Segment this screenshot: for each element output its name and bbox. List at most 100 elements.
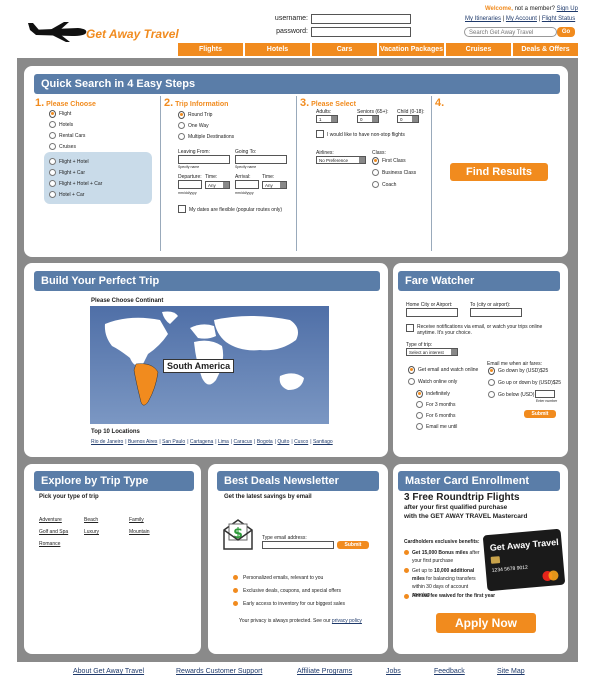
enter-number-hint: Enter number: [536, 399, 558, 403]
mastercard-logo-icon: [548, 570, 559, 581]
footer-affiliate-link[interactable]: Affiliate Programs: [297, 668, 352, 675]
going-hint: Specify name: [235, 165, 257, 169]
email-until-radio[interactable]: [416, 423, 423, 430]
nav-cruises[interactable]: Cruises: [446, 43, 511, 56]
explore-subtitle: Pick your type of trip: [39, 494, 99, 500]
find-results-button[interactable]: Find Results: [450, 163, 548, 181]
footer-jobs-link[interactable]: Jobs: [386, 668, 401, 675]
one-way-radio[interactable]: [178, 122, 185, 129]
nav-cars[interactable]: Cars: [312, 43, 377, 56]
notify-checkbox[interactable]: [406, 324, 414, 332]
watch-only-radio[interactable]: [408, 378, 415, 385]
trip-type-link[interactable]: Family: [129, 517, 144, 523]
coach-radio[interactable]: [372, 181, 379, 188]
flight-car-radio[interactable]: [49, 169, 56, 176]
city-link[interactable]: Cartagena: [190, 439, 213, 445]
leaving-from-input[interactable]: [178, 155, 230, 164]
sign-up-link[interactable]: Sign Up: [557, 6, 578, 12]
go-down-radio[interactable]: [488, 367, 495, 375]
city-link[interactable]: Caracus: [234, 439, 253, 445]
departure-date-input[interactable]: [178, 180, 202, 189]
flight-hotel-label: Flight + Hotel: [59, 159, 89, 165]
cruises-radio[interactable]: [49, 143, 56, 150]
up-or-down-radio[interactable]: [488, 379, 495, 386]
trip-type-link[interactable]: Romance: [39, 541, 60, 547]
step1-heading: 1. Please Choose: [35, 97, 96, 109]
city-link[interactable]: Cusco: [294, 439, 308, 445]
city-link[interactable]: Quito: [277, 439, 289, 445]
email-watch-radio[interactable]: [408, 366, 415, 374]
step-divider: [296, 96, 297, 251]
newsletter-submit-button[interactable]: Submit: [337, 541, 369, 549]
seniors-select[interactable]: 0: [357, 115, 379, 123]
my-account-link[interactable]: My Account: [506, 16, 537, 22]
nav-hotels[interactable]: Hotels: [245, 43, 310, 56]
flexible-dates-checkbox[interactable]: [178, 205, 186, 213]
privacy-policy-link[interactable]: privacy policy: [332, 618, 362, 624]
departure-time-select[interactable]: Any: [205, 181, 230, 189]
flexible-dates-label: My dates are flexible (popular routes on…: [189, 207, 283, 213]
airlines-select[interactable]: No Preference: [316, 156, 366, 164]
to-city-input[interactable]: [470, 308, 522, 317]
arrival-time-select[interactable]: Any: [262, 181, 287, 189]
my-itineraries-link[interactable]: My Itineraries: [465, 16, 501, 22]
footer-about-link[interactable]: About Get Away Travel: [73, 668, 144, 675]
hotels-radio[interactable]: [49, 121, 56, 128]
top-city-links: Rio de Janeiro | Buenos Aires | San Paulo |…: [91, 439, 333, 445]
apply-now-button[interactable]: Apply Now: [436, 613, 536, 633]
build-trip-title: Build Your Perfect Trip: [34, 271, 380, 291]
city-link[interactable]: Santiago: [313, 439, 333, 445]
world-map[interactable]: South America: [90, 306, 329, 424]
footer-sitemap-link[interactable]: Site Map: [497, 668, 525, 675]
password-input[interactable]: [311, 27, 411, 37]
adults-select[interactable]: 1: [316, 115, 338, 123]
newsletter-benefit: Personalized emails, relevant to you: [243, 575, 324, 581]
search-input[interactable]: Search Get Away Travel: [464, 27, 557, 37]
trip-interest-select[interactable]: Select an interest: [406, 348, 458, 356]
city-link[interactable]: Rio de Janeiro: [91, 439, 123, 445]
flight-radio[interactable]: [49, 110, 56, 118]
newsletter-email-input[interactable]: [262, 541, 334, 549]
nav-deals[interactable]: Deals & Offers: [513, 43, 578, 56]
flight-hotel-car-radio[interactable]: [49, 180, 56, 187]
multiple-destinations-radio[interactable]: [178, 133, 185, 140]
arrival-date-input[interactable]: [235, 180, 259, 189]
go-below-label: Go below (USD): [498, 392, 535, 398]
first-class-radio[interactable]: [372, 157, 379, 165]
footer-feedback-link[interactable]: Feedback: [434, 668, 465, 675]
indefinitely-radio[interactable]: [416, 390, 423, 398]
fare-submit-button[interactable]: Submit: [524, 410, 556, 418]
welcome-line: Welcome, not a member? Sign Up: [485, 6, 578, 12]
going-to-input[interactable]: [235, 155, 287, 164]
business-class-radio[interactable]: [372, 169, 379, 176]
city-link[interactable]: San Paulo: [162, 439, 185, 445]
nonstop-checkbox[interactable]: [316, 130, 324, 138]
trip-type-link[interactable]: Adventure: [39, 517, 62, 523]
round-trip-radio[interactable]: [178, 111, 185, 119]
trip-type-link[interactable]: Golf and Spa: [39, 529, 68, 535]
brand-name[interactable]: Get Away Travel: [86, 27, 179, 41]
child-select[interactable]: 0: [397, 115, 419, 123]
city-link[interactable]: Bogota: [257, 439, 273, 445]
bullet-icon: [404, 568, 409, 573]
search-go-button[interactable]: Go: [557, 27, 575, 37]
3-months-radio[interactable]: [416, 401, 423, 408]
username-input[interactable]: [311, 14, 411, 24]
nav-vacation-packages[interactable]: Vacation Packages: [379, 43, 444, 56]
nav-flights[interactable]: Flights: [178, 43, 243, 56]
trip-type-link[interactable]: Beach: [84, 517, 98, 523]
city-link[interactable]: Lima: [218, 439, 229, 445]
flight-hotel-radio[interactable]: [49, 158, 56, 165]
flight-status-link[interactable]: Flight Status: [542, 16, 575, 22]
go-below-radio[interactable]: [488, 391, 495, 398]
rental-cars-radio[interactable]: [49, 132, 56, 139]
home-city-input[interactable]: [406, 308, 458, 317]
trip-type-link[interactable]: Luxury: [84, 529, 99, 535]
6-months-radio[interactable]: [416, 412, 423, 419]
footer-rewards-link[interactable]: Rewards Customer Support: [176, 668, 262, 675]
city-link[interactable]: Buenos Aires: [128, 439, 157, 445]
hotel-car-radio[interactable]: [49, 191, 56, 198]
go-below-input[interactable]: [535, 390, 555, 398]
trip-type-link[interactable]: Mountain: [129, 529, 150, 535]
departure-date-format: mm/dd/yyyy: [178, 191, 197, 195]
